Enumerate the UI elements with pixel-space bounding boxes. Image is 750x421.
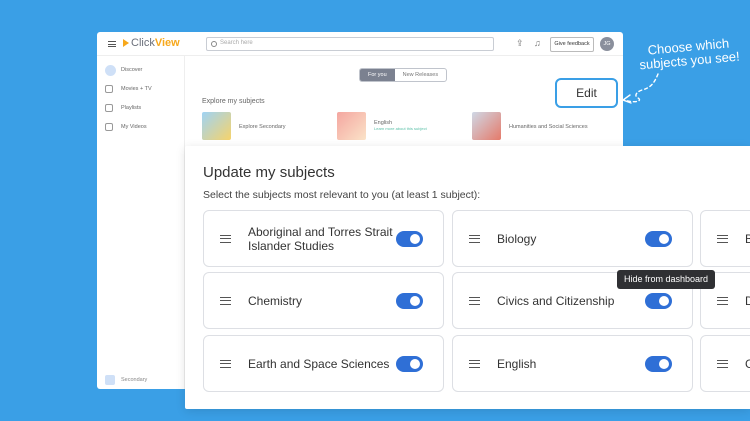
sidebar-item-label: Discover (121, 67, 143, 73)
search-input[interactable]: Search here (206, 37, 494, 51)
subject-toggle[interactable] (396, 355, 423, 372)
subject-toggle[interactable] (396, 230, 423, 247)
toggle-knob (410, 358, 420, 369)
video-icon (105, 123, 113, 131)
subject-toggle[interactable] (645, 355, 672, 372)
toggle-knob (410, 233, 420, 244)
drag-handle-icon[interactable] (220, 359, 231, 368)
sidebar-level-selector[interactable]: Secondary (105, 375, 147, 385)
tile-thumbnail (472, 112, 501, 140)
logo-text-view: View (154, 37, 180, 49)
logo-text-click: Click (131, 37, 155, 49)
toggle-knob (659, 233, 669, 244)
upload-icon[interactable]: ⇪ (516, 39, 524, 48)
bell-icon[interactable]: ♫ (534, 39, 541, 48)
subject-card[interactable]: Chemistry (203, 272, 444, 329)
explore-title: Explore my subjects (202, 98, 265, 105)
subject-card[interactable]: G (700, 335, 750, 392)
drag-handle-icon[interactable] (220, 234, 231, 243)
subject-toggle[interactable] (396, 292, 423, 309)
sidebar-level-label: Secondary (121, 377, 148, 383)
sidebar-item-label: Playlists (121, 105, 142, 111)
update-subjects-modal: Update my subjects Select the subjects m… (185, 146, 750, 409)
drag-handle-icon[interactable] (717, 234, 728, 243)
clickview-logo[interactable]: Click View (123, 37, 180, 49)
avatar[interactable]: JG (600, 37, 614, 51)
subject-card[interactable]: B (700, 210, 750, 267)
drag-handle-icon[interactable] (469, 296, 480, 305)
tile-thumbnail (337, 112, 366, 140)
drag-handle-icon[interactable] (717, 296, 728, 305)
tile-label: Humanities and Social Sciences (509, 124, 588, 130)
tab-new-releases[interactable]: New Releases (395, 69, 446, 81)
sidebar-item-movies-tv[interactable]: Movies + TV (105, 83, 152, 95)
sidebar: Discover Movies + TV Playlists My Videos… (97, 56, 185, 389)
drag-handle-icon[interactable] (220, 296, 231, 305)
tile-thumbnail (202, 112, 231, 140)
modal-subtitle: Select the subjects most relevant to you… (203, 189, 481, 201)
subject-label: English (497, 356, 537, 371)
film-icon (105, 85, 113, 93)
subject-label: Earth and Space Sciences (248, 356, 390, 371)
tile-sublabel: Learn more about this subject (374, 126, 427, 131)
toggle-knob (659, 295, 669, 306)
subject-card[interactable]: Aboriginal and Torres Strait Islander St… (203, 210, 444, 267)
level-icon (105, 375, 115, 385)
tab-for-you[interactable]: For you (360, 69, 395, 81)
sidebar-item-discover[interactable]: Discover (105, 64, 142, 76)
logo-play-icon (123, 39, 129, 47)
subject-label: Civics and Citizenship (497, 293, 615, 308)
callout-arrow-icon (621, 73, 659, 104)
edit-button[interactable]: Edit (555, 78, 618, 108)
menu-icon[interactable] (108, 41, 116, 47)
subject-label: G (745, 356, 750, 371)
sidebar-item-playlists[interactable]: Playlists (105, 102, 141, 114)
give-feedback-button[interactable]: Give feedback (550, 37, 594, 52)
top-bar: Click View Search here ⇪ ♫ Give feedback … (97, 32, 623, 56)
search-icon (211, 41, 217, 47)
subject-toggle[interactable] (645, 230, 672, 247)
subject-tile[interactable]: Explore Secondary (202, 112, 285, 142)
playlist-icon (105, 104, 113, 112)
content-tabs: For you New Releases (359, 68, 448, 82)
modal-title: Update my subjects (203, 164, 335, 181)
subject-tile[interactable]: Humanities and Social Sciences (472, 112, 588, 142)
subject-label: D (745, 293, 750, 308)
subject-label: Biology (497, 231, 537, 246)
subject-card[interactable]: Earth and Space Sciences (203, 335, 444, 392)
subject-label: Chemistry (248, 293, 303, 308)
sidebar-item-label: My Videos (121, 124, 147, 130)
toggle-knob (659, 358, 669, 369)
sidebar-item-my-videos[interactable]: My Videos (105, 121, 147, 133)
search-placeholder: Search here (220, 40, 253, 46)
subject-label: B (745, 231, 750, 246)
subject-tile[interactable]: English Learn more about this subject (337, 112, 427, 142)
tile-label: Explore Secondary (239, 124, 286, 130)
drag-handle-icon[interactable] (469, 234, 480, 243)
sidebar-item-label: Movies + TV (121, 86, 152, 92)
subject-card[interactable]: English (452, 335, 693, 392)
drag-handle-icon[interactable] (717, 359, 728, 368)
callout-text: Choose which subjects you see! (632, 35, 746, 73)
hide-from-dashboard-tooltip: Hide from dashboard (617, 270, 716, 289)
subject-toggle[interactable] (645, 292, 672, 309)
subject-label: Aboriginal and Torres Strait Islander St… (248, 224, 393, 253)
compass-icon (105, 64, 116, 76)
drag-handle-icon[interactable] (469, 359, 480, 368)
toggle-knob (410, 295, 420, 306)
subject-card[interactable]: Biology (452, 210, 693, 267)
